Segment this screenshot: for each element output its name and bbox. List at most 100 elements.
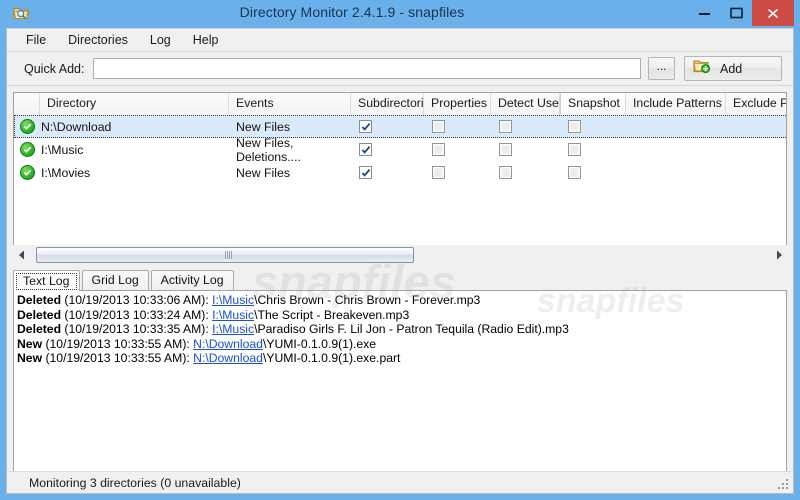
list-item: Deleted (10/19/2013 10:33:06 AM): I:\Mus… (17, 293, 783, 308)
column-header-snapshot[interactable]: Snapshot (560, 93, 626, 115)
log-path-link[interactable]: I:\Music (212, 322, 254, 336)
add-button[interactable]: Add (684, 56, 782, 81)
log-timestamp: (10/19/2013 10:33:06 AM): (61, 293, 213, 307)
row-subdirectories-checkbox[interactable] (351, 115, 424, 138)
quick-add-input[interactable] (93, 58, 641, 79)
menu-item-file[interactable]: File (15, 30, 57, 51)
chevron-left-icon[interactable] (13, 246, 30, 264)
log-event-type: New (17, 336, 43, 351)
minimize-icon[interactable] (688, 0, 720, 26)
row-events: New Files, Deletions,... (236, 138, 301, 161)
quick-add-label: Quick Add: (24, 61, 85, 76)
log-event-type: Deleted (17, 293, 62, 307)
menu-item-help[interactable]: Help (182, 30, 230, 51)
checkbox-unchecked-icon (568, 120, 581, 133)
row-properties-checkbox[interactable] (424, 138, 491, 161)
quick-add-toolbar: Quick Add: ... Add (7, 52, 793, 86)
row-properties-checkbox[interactable] (424, 115, 491, 138)
resize-grip-icon[interactable] (777, 478, 790, 491)
scrollbar-thumb[interactable] (36, 247, 414, 263)
tab-text-log[interactable]: Text Log (13, 270, 80, 291)
column-header-directory[interactable]: Directory (40, 93, 229, 115)
grid-horizontal-scrollbar[interactable] (13, 245, 787, 265)
status-ok-icon (19, 142, 35, 157)
status-ok-icon (19, 165, 35, 180)
browse-button[interactable]: ... (648, 57, 675, 80)
log-event-type: New (17, 351, 43, 366)
tab-grid-log[interactable]: Grid Log (81, 270, 149, 290)
row-snapshot-checkbox[interactable] (560, 161, 626, 184)
client-area: File Directories Log Help Quick Add: ... (6, 28, 794, 494)
checkbox-checked-icon (359, 166, 372, 179)
row-status-icon (14, 138, 40, 161)
checkbox-unchecked-icon (432, 166, 445, 179)
checkbox-unchecked-icon (568, 143, 581, 156)
scrollbar-track[interactable] (30, 246, 770, 264)
row-subdirectories-checkbox[interactable] (351, 161, 424, 184)
row-directory: I:\Music (41, 142, 84, 157)
status-ok-icon (19, 119, 35, 134)
column-header-subdirectories[interactable]: Subdirectories (351, 93, 424, 115)
menu-bar: File Directories Log Help (7, 29, 793, 52)
log-path-link[interactable]: N:\Download (193, 337, 263, 351)
close-icon[interactable] (752, 0, 794, 26)
log-file-name: \Paradiso Girls F. Lil Jon - Patron Tequ… (254, 322, 569, 337)
maximize-icon[interactable] (720, 0, 752, 26)
list-item: New (10/19/2013 10:33:55 AM): N:\Downloa… (17, 351, 783, 366)
log-path-link[interactable]: I:\Music (212, 308, 254, 322)
checkbox-unchecked-icon (499, 120, 512, 133)
row-status-icon (14, 161, 40, 184)
application-window: Directory Monitor 2.4.1.9 - snapfiles Fi… (0, 0, 800, 500)
title-bar: Directory Monitor 2.4.1.9 - snapfiles (6, 0, 794, 28)
row-detect-users-checkbox[interactable] (491, 138, 560, 161)
row-events: New Files (236, 119, 290, 134)
checkbox-unchecked-icon (432, 143, 445, 156)
scrollbar-grip-icon (224, 251, 226, 259)
table-row[interactable]: I:\Music New Files, Deletions,... (14, 138, 786, 161)
row-detect-users-checkbox[interactable] (491, 161, 560, 184)
row-subdirectories-checkbox[interactable] (351, 138, 424, 161)
row-directory: N:\Download (41, 119, 112, 134)
checkbox-unchecked-icon (432, 120, 445, 133)
log-timestamp: (10/19/2013 10:33:24 AM): (61, 307, 213, 322)
column-header-exclude-patterns[interactable]: Exclude Patterns (726, 93, 786, 115)
log-event-type: Deleted (17, 307, 62, 322)
row-directory: I:\Movies (41, 165, 91, 180)
table-row[interactable]: I:\Movies New Files (14, 161, 786, 184)
column-header-detect-users[interactable]: Detect Users (491, 93, 560, 115)
list-item: New (10/19/2013 10:33:55 AM): N:\Downloa… (17, 337, 783, 352)
row-snapshot-checkbox[interactable] (560, 115, 626, 138)
list-item: Deleted (10/19/2013 10:33:35 AM): I:\Mus… (17, 322, 783, 337)
window-title: Directory Monitor 2.4.1.9 - snapfiles (239, 4, 465, 20)
checkbox-checked-icon (359, 120, 372, 133)
row-include-patterns (626, 161, 726, 184)
chevron-right-icon[interactable] (770, 246, 787, 264)
log-path-link[interactable]: I:\Music (212, 293, 254, 307)
menu-item-log[interactable]: Log (139, 30, 182, 51)
column-header-events[interactable]: Events (229, 93, 351, 115)
row-status-icon (14, 115, 40, 138)
row-detect-users-checkbox[interactable] (491, 115, 560, 138)
row-snapshot-checkbox[interactable] (560, 138, 626, 161)
folder-add-icon (693, 58, 711, 79)
log-path-link[interactable]: N:\Download (193, 351, 263, 365)
add-button-label: Add (720, 61, 743, 76)
log-timestamp: (10/19/2013 10:33:55 AM): (42, 351, 194, 366)
log-file-name: \The Script - Breakeven.mp3 (254, 307, 410, 322)
menu-item-directories[interactable]: Directories (57, 30, 139, 51)
column-header-properties[interactable]: Properties (424, 93, 491, 115)
checkbox-unchecked-icon (499, 143, 512, 156)
tab-activity-log[interactable]: Activity Log (150, 270, 234, 290)
table-row[interactable]: N:\Download New Files (14, 115, 786, 138)
row-events: New Files (236, 165, 290, 180)
column-header-status[interactable] (14, 93, 40, 115)
text-log-panel[interactable]: Deleted (10/19/2013 10:33:06 AM): I:\Mus… (13, 290, 787, 485)
row-properties-checkbox[interactable] (424, 161, 491, 184)
log-timestamp: (10/19/2013 10:33:35 AM): (61, 322, 213, 337)
checkbox-checked-icon (359, 143, 372, 156)
row-include-patterns (626, 138, 726, 161)
log-file-name: \YUMI-0.1.0.9(1).exe (262, 336, 377, 351)
grid-rows: N:\Download New Files I:\Music New Files… (14, 115, 786, 184)
log-file-name: \Chris Brown - Chris Brown - Forever.mp3 (254, 293, 481, 307)
column-header-include-patterns[interactable]: Include Patterns (626, 93, 726, 115)
